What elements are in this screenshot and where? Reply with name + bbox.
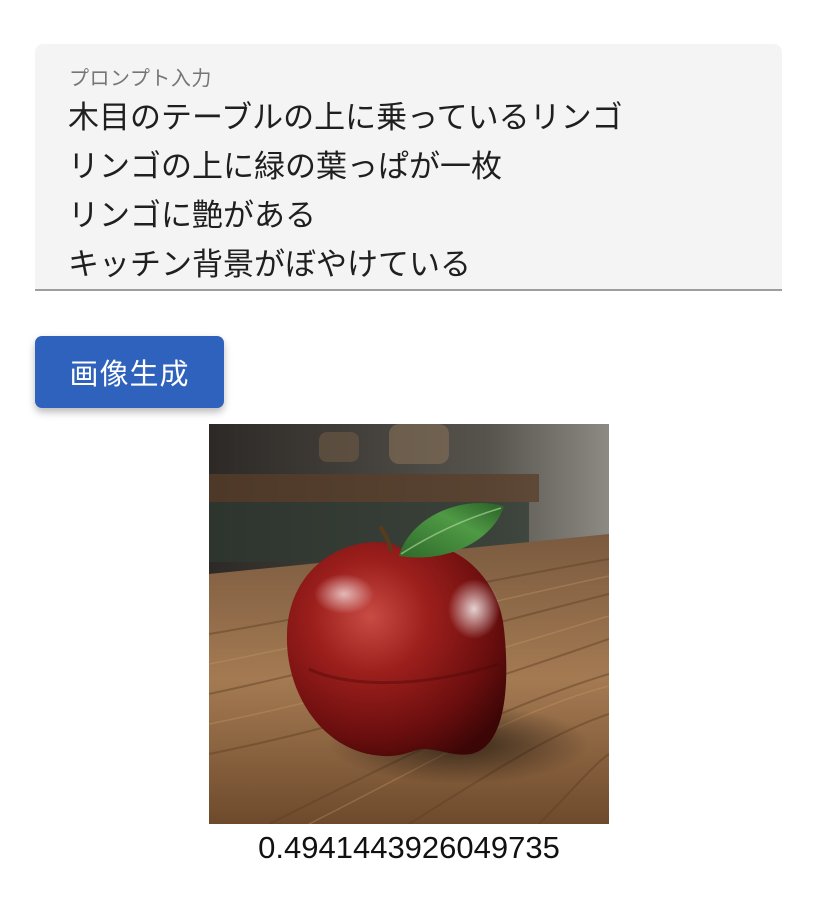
generate-image-button[interactable]: 画像生成 [35, 336, 224, 408]
prompt-line-1: 木目のテーブルの上に乗っているリンゴ [68, 100, 623, 136]
generated-image [209, 424, 609, 824]
prompt-textarea[interactable]: プロンプト入力 木目のテーブルの上に乗っているリンゴ リンゴの上に緑の葉っぱが一… [35, 44, 782, 291]
prompt-line-3: リンゴに艶がある [68, 198, 316, 234]
score-text: 0.4941443926049735 [258, 830, 560, 865]
prompt-line-4: キッチン背景がぼやけている [68, 247, 471, 283]
prompt-line-2: リンゴの上に緑の葉っぱが一枚 [68, 149, 502, 185]
prompt-text[interactable]: 木目のテーブルの上に乗っているリンゴ リンゴの上に緑の葉っぱが一枚 リンゴに艶が… [68, 94, 762, 290]
apple-image [209, 424, 609, 824]
prompt-label: プロンプト入力 [69, 66, 212, 90]
page: プロンプト入力 木目のテーブルの上に乗っているリンゴ リンゴの上に緑の葉っぱが一… [0, 0, 818, 902]
